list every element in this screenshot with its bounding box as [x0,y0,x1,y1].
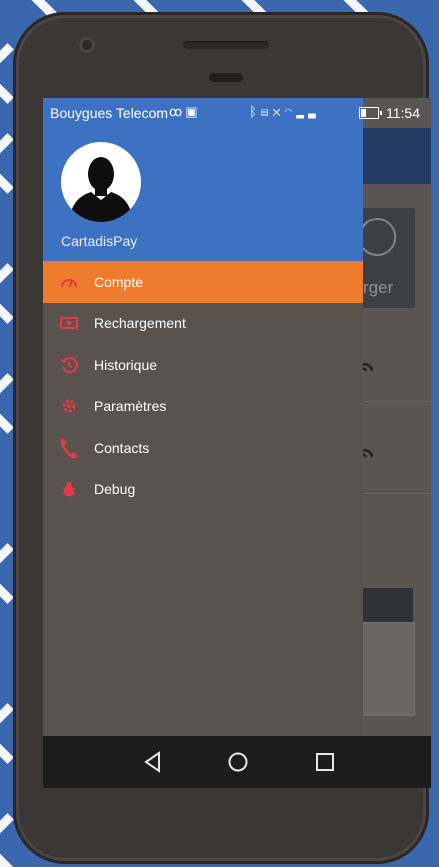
avatar[interactable] [61,142,141,222]
user-silhouette-icon [69,157,133,222]
menu-item-label: Historique [94,356,158,373]
drawer-menu: Compte Rechargement Historique Paramètre… [43,261,363,510]
bug-icon [58,478,80,500]
front-camera [79,37,95,53]
clock: 11:54 [386,105,420,121]
status-bar: Bouygues Telecom ꝏ▣ ᛒ▤✕◠▂▃ 11:54 [43,98,431,128]
image-icon: ▣ [185,104,201,119]
drawer-username: CartadisPay [61,233,138,249]
mute-icon: ✕ [272,104,285,119]
back-button[interactable] [141,750,165,774]
menu-item-debug[interactable]: Debug [43,469,363,511]
menu-item-historique[interactable]: Historique [43,344,363,386]
phone-screen: rger Bouygues Telecom ꝏ▣ ᛒ▤✕◠▂▃ 11:54 Ca… [43,98,431,788]
menu-item-label: Paramètres [94,398,167,415]
carrier-name: Bouygues Telecom [50,105,169,121]
system-icons: ᛒ▤✕◠▂▃ [249,104,320,119]
dark-header-bar [359,588,413,622]
bluetooth-icon: ᛒ [249,104,261,119]
speedometer-icon [58,271,80,293]
content-panel [359,622,415,716]
notification-icons: ꝏ▣ [169,104,201,120]
nfc-icon: ▤ [260,104,273,119]
menu-item-label: Rechargement [94,315,186,332]
phone-frame: rger Bouygues Telecom ꝏ▣ ᛒ▤✕◠▂▃ 11:54 Ca… [13,12,431,864]
menu-item-contacts[interactable]: Contacts [43,427,363,469]
recents-icon [316,753,334,771]
system-nav-bar [43,736,431,788]
menu-item-rechargement[interactable]: Rechargement [43,303,363,345]
recents-button[interactable] [313,750,337,774]
menu-item-parametres[interactable]: Paramètres [43,386,363,428]
battery-icon [359,107,382,119]
back-icon [144,751,160,773]
recharge-card-label: rger [363,278,394,297]
earpiece [209,73,243,82]
menu-item-label: Contacts [94,439,150,456]
top-speaker [183,41,269,49]
navigation-drawer: CartadisPay Compte Rechargement Historiq… [43,98,363,736]
history-icon [58,354,80,376]
menu-item-label: Debug [94,481,136,498]
wifi-icon: ◠ [284,104,297,119]
menu-item-label: Compte [94,273,144,290]
home-icon [228,752,248,772]
home-button[interactable] [226,750,250,774]
cash-icon [58,312,80,334]
gear-icon [58,395,80,417]
signal-icon: ▂▃ [296,104,320,119]
menu-item-compte[interactable]: Compte [43,261,363,303]
voicemail-icon: ꝏ [169,104,186,119]
phone-icon [58,437,80,459]
